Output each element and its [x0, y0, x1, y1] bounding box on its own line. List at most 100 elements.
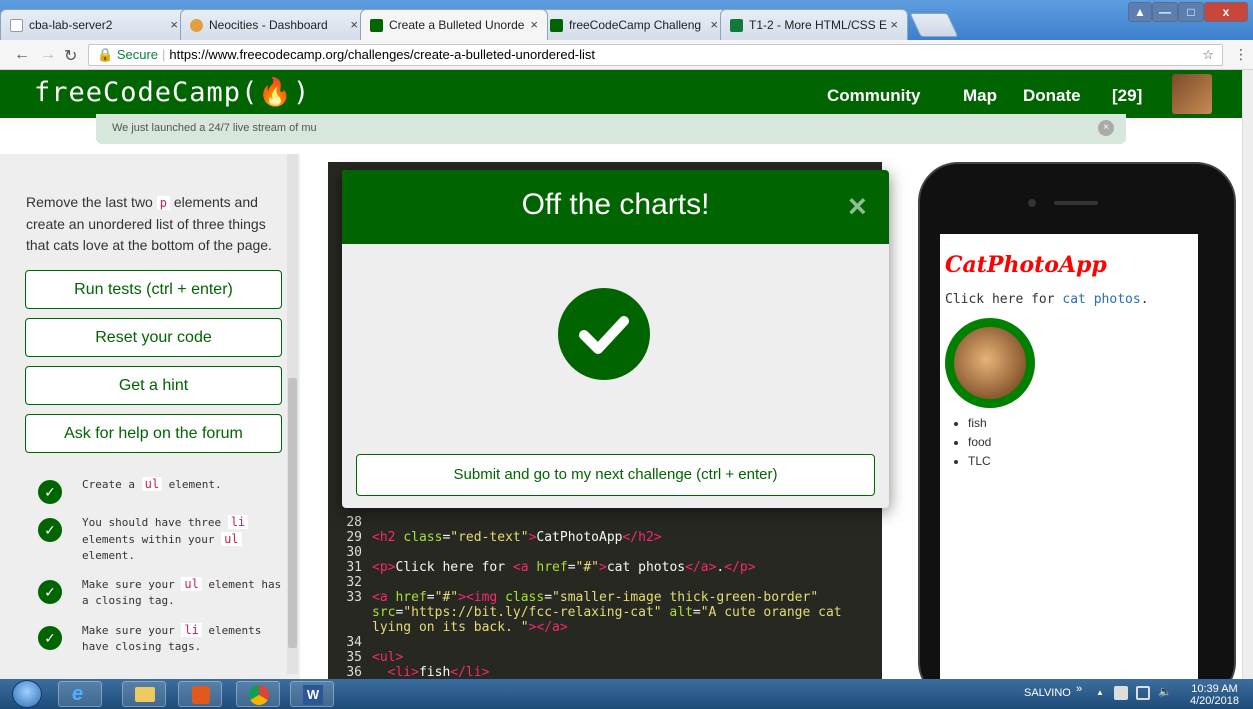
tab-label: cba-lab-server2 — [29, 18, 113, 32]
fcc-page: freeCodeCamp(🔥) Community Map Donate [29… — [0, 70, 1242, 679]
secure-label: Secure — [116, 47, 159, 62]
check-icon: ✓ — [38, 480, 62, 504]
test-text: Create a ul element. — [82, 477, 222, 491]
browser-tab-strip: cba-lab-server2 × Neocities - Dashboard … — [0, 0, 1253, 40]
line-number: 28 — [346, 515, 362, 530]
window-minimize-button[interactable]: — — [1152, 2, 1178, 22]
submit-next-challenge-button[interactable]: Submit and go to my next challenge (ctrl… — [356, 454, 875, 496]
nav-community[interactable]: Community — [827, 86, 921, 106]
preview-title: CatPhotoApp — [945, 252, 1107, 278]
test-text: Make sure your ul element has a closing … — [82, 577, 282, 607]
list-item: TLC — [968, 452, 991, 471]
tab-close-icon[interactable]: × — [350, 17, 358, 32]
tab-close-icon[interactable]: × — [170, 17, 178, 32]
preview-screen: CatPhotoApp Click here for cat photos. f… — [940, 234, 1198, 679]
tab-neocities-dashboard[interactable]: Neocities - Dashboard × — [180, 9, 368, 40]
nav-map[interactable]: Map — [963, 86, 997, 106]
window-maximize-button[interactable]: □ — [1178, 2, 1204, 22]
instr-code: p — [156, 196, 170, 210]
line-number: 29 — [346, 530, 362, 545]
tab-t1-2-more-html-css[interactable]: T1-2 - More HTML/CSS E × — [720, 9, 908, 40]
fcc-navbar: freeCodeCamp(🔥) Community Map Donate [29… — [0, 70, 1242, 118]
action-center-flag-icon[interactable] — [1114, 686, 1128, 700]
banner-close-icon[interactable]: × — [1098, 120, 1114, 136]
page-scrollbar[interactable] — [1242, 70, 1253, 679]
window-close-button[interactable]: x — [1204, 2, 1248, 22]
file-explorer-icon[interactable] — [122, 681, 166, 707]
modal-close-icon[interactable]: × — [848, 188, 867, 225]
internet-explorer-icon[interactable]: e — [58, 681, 102, 707]
check-icon: ✓ — [38, 580, 62, 604]
clock-time: 10:39 AM — [1191, 683, 1238, 695]
url-separator: | — [162, 47, 166, 62]
fcc-logo[interactable]: freeCodeCamp(🔥) — [34, 76, 310, 108]
tab-create-bulleted-list[interactable]: Create a Bulleted Unorde × — [360, 9, 548, 40]
network-icon[interactable] — [1136, 686, 1150, 700]
chrome-menu-icon[interactable]: ⋮ — [1234, 46, 1248, 63]
back-arrow-icon[interactable]: ← — [14, 46, 30, 64]
tab-close-icon[interactable]: × — [530, 17, 538, 32]
start-button[interactable] — [12, 680, 42, 708]
user-avatar[interactable] — [1172, 74, 1212, 114]
url-input[interactable]: 🔒 Secure | https://www.freecodecamp.org/ch… — [88, 44, 1223, 66]
window-user-button[interactable]: ▲ — [1128, 2, 1152, 22]
line-content: lying on its back. "></a> — [372, 620, 568, 635]
tab-close-icon[interactable]: × — [890, 17, 898, 32]
check-icon: ✓ — [38, 626, 62, 650]
preview-cat-photos-link[interactable]: cat photos — [1062, 292, 1140, 307]
fcc-icon — [550, 19, 563, 32]
address-bar-row: ← → ↻ 🔒 Secure | https://www.freecodecamp.… — [0, 40, 1253, 70]
classroom-icon — [730, 19, 743, 32]
list-item: food — [968, 433, 991, 452]
forward-arrow-icon[interactable]: → — [40, 46, 56, 64]
preview-pane: CatPhotoApp Click here for cat photos. f… — [908, 154, 1242, 679]
reset-code-button[interactable]: Reset your code — [25, 318, 282, 357]
volume-icon[interactable]: 🔈 — [1158, 685, 1172, 698]
nav-donate[interactable]: Donate — [1023, 86, 1081, 106]
tray-up-icon[interactable]: ▲ — [1096, 688, 1104, 697]
line-content: <a href="#"><img class="smaller-image th… — [372, 590, 819, 605]
url-text: https://www.freecodecamp.org/challenges/… — [169, 47, 596, 62]
phone-frame: CatPhotoApp Click here for cat photos. f… — [918, 162, 1236, 679]
modal-header: Off the charts! × — [342, 170, 889, 244]
tray-expand-icon[interactable]: » — [1076, 683, 1082, 695]
ask-forum-button[interactable]: Ask for help on the forum — [25, 414, 282, 453]
tab-cba-lab-server2[interactable]: cba-lab-server2 × — [0, 9, 188, 40]
check-icon: ✓ — [38, 518, 62, 542]
phone-camera — [1028, 199, 1036, 207]
bookmark-star-icon[interactable]: ☆ — [1202, 45, 1214, 65]
challenge-sidebar: Remove the last two p elements and creat… — [0, 154, 300, 679]
reload-icon[interactable]: ↻ — [64, 46, 77, 66]
tab-fcc-challenge[interactable]: freeCodeCamp Challeng × — [540, 9, 728, 40]
sidebar-scroll-thumb[interactable] — [288, 378, 297, 648]
tab-label: T1-2 - More HTML/CSS E — [749, 18, 888, 32]
nav-points[interactable]: [29] — [1112, 86, 1142, 106]
new-tab-button[interactable] — [909, 13, 959, 37]
test-item: ✓ Make sure your ul element has a closin… — [38, 576, 283, 616]
list-item: fish — [968, 414, 991, 433]
tab-close-icon[interactable]: × — [710, 17, 718, 32]
line-number: 35 — [346, 650, 362, 665]
success-check-icon — [558, 288, 650, 380]
phone-speaker — [1054, 201, 1098, 205]
fcc-icon — [370, 19, 383, 32]
chrome-icon[interactable] — [236, 681, 280, 707]
get-hint-button[interactable]: Get a hint — [25, 366, 282, 405]
announcement-banner: We just launched a 24/7 live stream of m… — [96, 114, 1126, 144]
line-number: 31 — [346, 560, 362, 575]
test-item: ✓ You should have three li elements with… — [38, 514, 283, 570]
media-player-icon[interactable] — [178, 681, 222, 707]
word-icon[interactable]: W — [290, 681, 334, 707]
success-modal: Off the charts! × Submit and go to my ne… — [342, 170, 889, 508]
preview-cat-image[interactable] — [945, 318, 1035, 408]
test-item: ✓ Make sure your li elements have closin… — [38, 622, 283, 662]
tab-label: Create a Bulleted Unorde — [389, 18, 525, 32]
line-content: <p>Click here for <a href="#">cat photos… — [372, 560, 756, 575]
taskbar-clock[interactable]: 10:39 AM 4/20/2018 — [1190, 683, 1239, 707]
modal-title: Off the charts! — [521, 188, 710, 221]
run-tests-button[interactable]: Run tests (ctrl + enter) — [25, 270, 282, 309]
challenge-instructions: Remove the last two p elements and creat… — [26, 192, 281, 256]
line-number: 34 — [346, 635, 362, 650]
line-number: 33 — [346, 590, 362, 605]
windows-taskbar: e W SALVINO » ▲ 🔈 10:39 AM 4/20/2018 — [0, 679, 1253, 709]
